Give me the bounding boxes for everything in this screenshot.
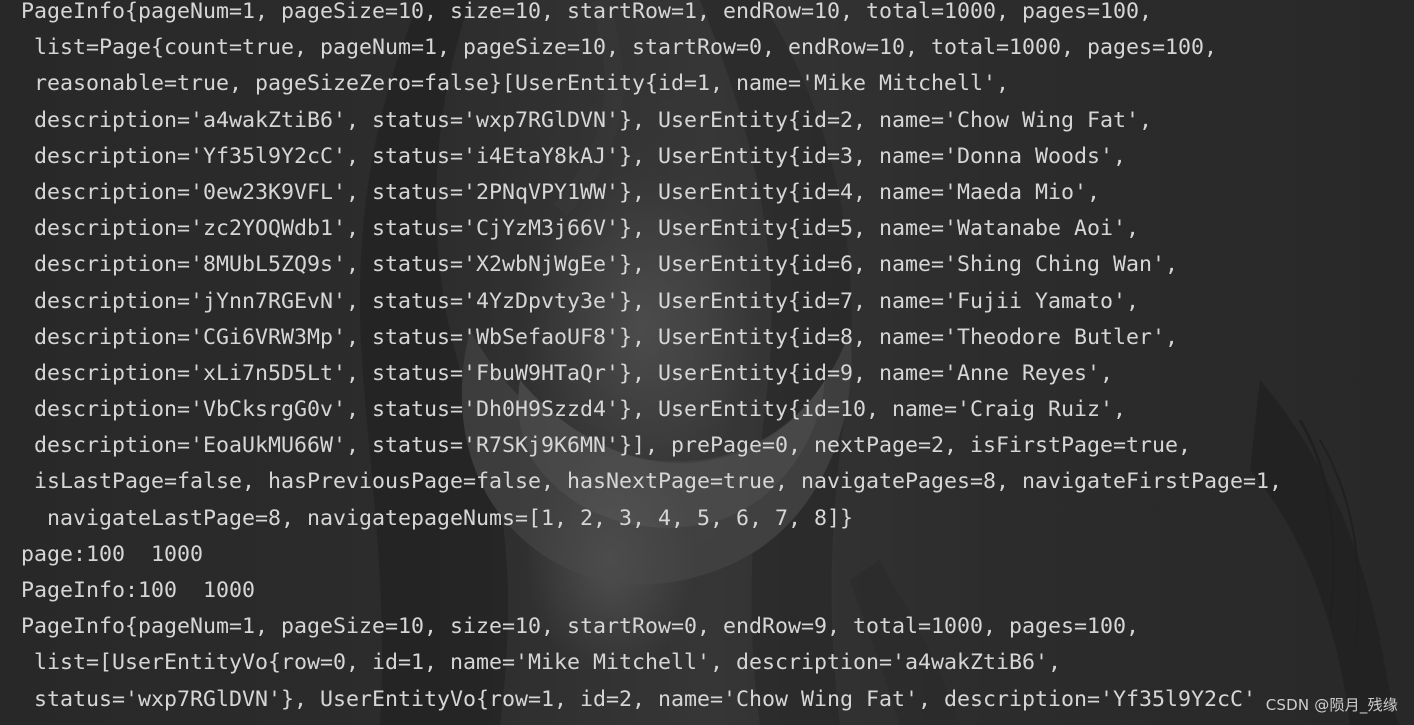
console-line: description='VbCksrgG0v', status='Dh0H9S…: [21, 397, 1127, 423]
console-log-text[interactable]: PageInfo{pageNum=1, pageSize=10, size=10…: [21, 0, 1282, 718]
console-line: reasonable=true, pageSizeZero=false}[Use…: [21, 71, 1010, 97]
csdn-watermark: CSDN @陨月_残缘: [1265, 696, 1398, 714]
console-line: status='wxp7RGlDVN'}, UserEntityVo{row=1…: [21, 686, 1257, 712]
console-line: description='8MUbL5ZQ9s', status='X2wbNj…: [21, 252, 1179, 278]
console-line: description='jYnn7RGEvN', status='4YzDpv…: [21, 288, 1140, 314]
console-line: list=Page{count=true, pageNum=1, pageSiz…: [21, 35, 1218, 61]
console-line: PageInfo{pageNum=1, pageSize=10, size=10…: [21, 614, 1140, 640]
console-line: description='a4wakZtiB6', status='wxp7RG…: [21, 107, 1153, 133]
console-line: description='EoaUkMU66W', status='R7SKj9…: [21, 433, 1192, 459]
console-line: description='CGi6VRW3Mp', status='WbSefa…: [21, 324, 1179, 350]
console-line: PageInfo{pageNum=1, pageSize=10, size=10…: [21, 0, 1153, 24]
console-line: PageInfo:100 1000: [21, 578, 256, 603]
console-line: description='0ew23K9VFL', status='2PNqVP…: [21, 179, 1101, 205]
console-line: description='xLi7n5D5Lt', status='FbuW9H…: [21, 360, 1114, 386]
console-line: list=[UserEntityVo{row=0, id=1, name='Mi…: [21, 650, 1062, 676]
console-line: page:100 1000: [21, 541, 204, 567]
console-line: isLastPage=false, hasPreviousPage=false,…: [21, 469, 1283, 495]
console-line: description='Yf35l9Y2cC', status='i4EtaY…: [21, 143, 1127, 169]
console-output-panel[interactable]: PageInfo{pageNum=1, pageSize=10, size=10…: [0, 0, 1414, 725]
console-line: description='zc2YOQWdb1', status='CjYzM3…: [21, 216, 1140, 242]
console-line: navigateLastPage=8, navigatepageNums=[1,…: [21, 505, 854, 531]
